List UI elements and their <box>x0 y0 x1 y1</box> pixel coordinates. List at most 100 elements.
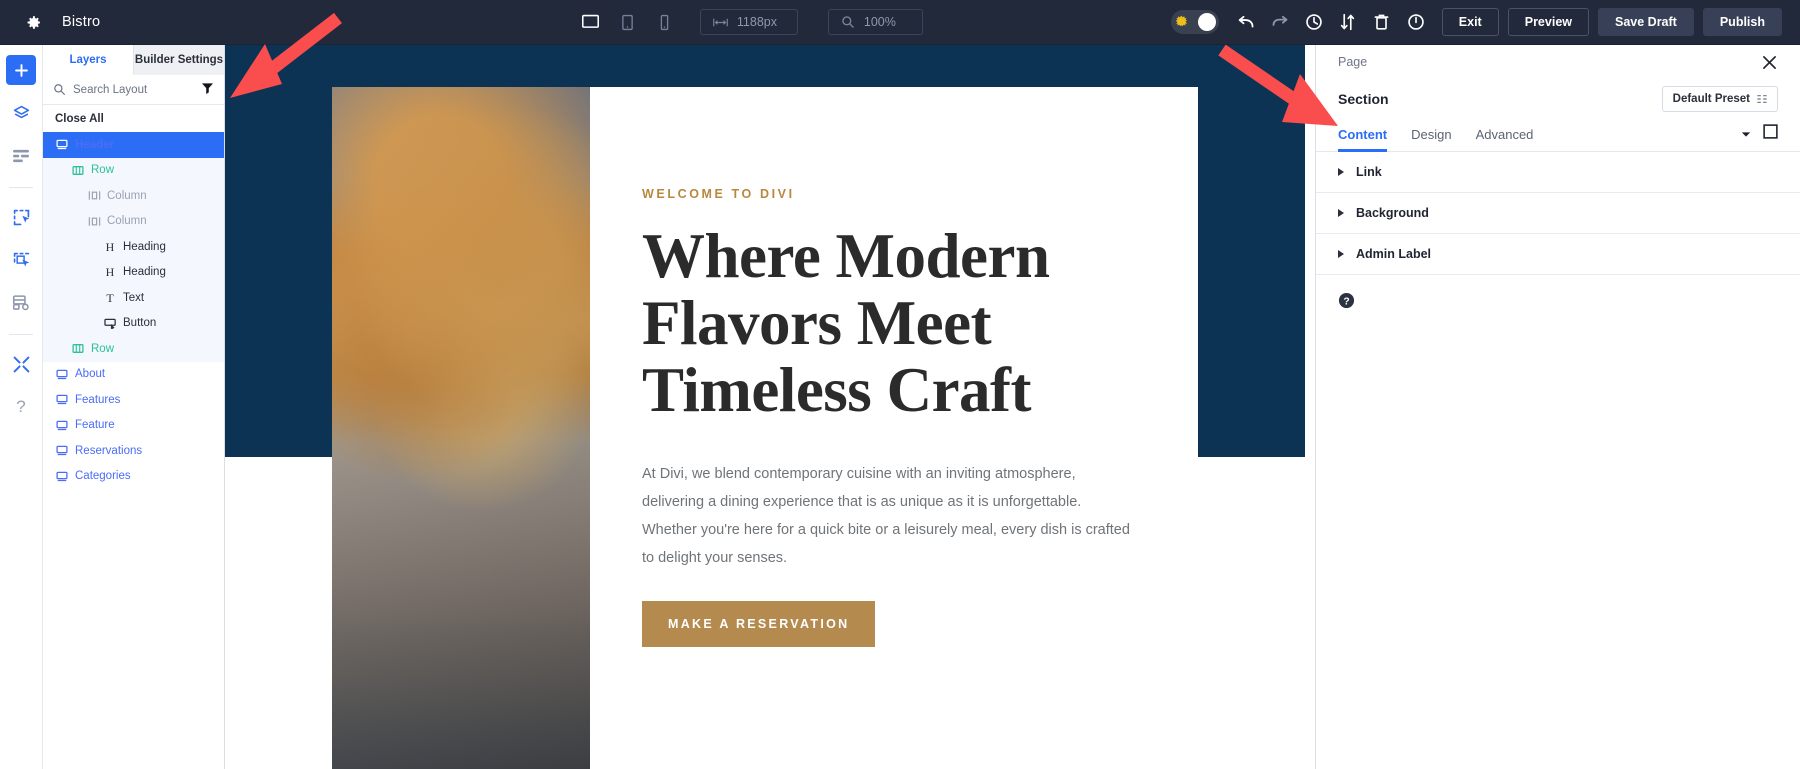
multiselect-module-icon[interactable] <box>6 245 36 275</box>
caret-right-icon <box>1338 250 1344 258</box>
preset-label: Default Preset <box>1672 93 1750 105</box>
make-a-reservation-button[interactable]: MAKE A RESERVATION <box>642 600 876 647</box>
section-icon <box>55 369 69 380</box>
save-draft-button[interactable]: Save Draft <box>1598 8 1694 36</box>
section-icon <box>55 471 69 482</box>
layer-item-column-3[interactable]: Column <box>43 208 224 234</box>
tab-advanced[interactable]: Advanced <box>1476 127 1534 152</box>
wireframe-mode-toggle[interactable] <box>1170 10 1219 34</box>
wireframe-icon[interactable] <box>6 141 36 171</box>
close-icon[interactable] <box>1760 53 1778 71</box>
zoom-value: 100% <box>863 15 896 29</box>
heading-icon: H <box>105 265 115 280</box>
layer-item-column-2[interactable]: Column <box>43 183 224 209</box>
up-down-arrows-icon[interactable] <box>1331 5 1365 39</box>
undo-icon[interactable] <box>1229 5 1263 39</box>
layer-item-label: Text <box>123 291 145 304</box>
tablet-icon[interactable] <box>615 9 641 35</box>
column-icon <box>87 190 101 201</box>
phone-icon[interactable] <box>652 9 678 35</box>
layer-item-categories-13[interactable]: Categories <box>43 464 224 490</box>
row-icon <box>71 343 85 354</box>
toolbar-center-group: 1188px 100% <box>330 9 1171 35</box>
breadcrumb: Page <box>1338 55 1368 69</box>
layers-icon[interactable] <box>6 98 36 128</box>
settings-title-row: Section Default Preset <box>1316 79 1800 119</box>
page-canvas: WELCOME TO DIVI Where Modern Flavors Mee… <box>225 45 1315 769</box>
accordion-admin-label[interactable]: Admin Label <box>1316 234 1800 275</box>
settings-panel-header: Page <box>1316 45 1800 79</box>
layer-item-header-0[interactable]: Header <box>43 132 224 158</box>
exit-button[interactable]: Exit <box>1441 8 1499 36</box>
tab-layers[interactable]: Layers <box>43 45 134 75</box>
zoom-field[interactable]: 100% <box>827 9 923 35</box>
layer-item-row-8[interactable]: Row <box>43 336 224 362</box>
left-icon-rail: ? <box>0 45 43 769</box>
accordion-link[interactable]: Link <box>1316 152 1800 193</box>
layer-item-text-6[interactable]: T Text <box>43 285 224 311</box>
expand-square-icon[interactable] <box>1763 124 1778 144</box>
layer-item-label: Column <box>107 215 147 228</box>
publish-button[interactable]: Publish <box>1702 8 1782 36</box>
close-all-button[interactable]: Close All <box>43 105 224 132</box>
tab-content[interactable]: Content <box>1338 127 1388 152</box>
tab-builder-settings[interactable]: Builder Settings <box>134 45 224 75</box>
accordion-label: Link <box>1356 165 1382 179</box>
row-icon <box>71 165 85 176</box>
section-icon <box>55 394 69 405</box>
layer-item-label: Row <box>91 164 115 177</box>
layer-item-reservations-12[interactable]: Reservations <box>43 438 224 464</box>
layer-item-label: Header <box>75 138 114 151</box>
canvas-width-value: 1188px <box>736 15 777 29</box>
layer-tree: Header Row Column Column H Heading H Heading T Te… <box>43 132 224 769</box>
settings-panel: Page Section Default Preset Content Desi… <box>1315 45 1800 769</box>
gear-icon[interactable] <box>22 11 44 33</box>
hero-text-column: WELCOME TO DIVI Where Modern Flavors Mee… <box>590 87 1198 769</box>
chevron-down-icon[interactable] <box>1741 125 1751 143</box>
layer-item-about-9[interactable]: About <box>43 362 224 388</box>
settings-tabs-controls <box>1741 124 1778 151</box>
layer-item-heading-4[interactable]: H Heading <box>43 234 224 260</box>
page-title: Section <box>1338 91 1389 107</box>
preset-icon <box>1757 95 1767 103</box>
trash-icon[interactable] <box>1365 5 1399 39</box>
hero-image <box>332 87 590 769</box>
question-mark-icon[interactable]: ? <box>6 392 36 422</box>
help-circle-icon[interactable]: ? <box>1338 292 1355 314</box>
tools-icon[interactable] <box>6 349 36 379</box>
hero-eyebrow: WELCOME TO DIVI <box>642 187 795 201</box>
preset-selector[interactable]: Default Preset <box>1661 86 1778 112</box>
redo-icon[interactable] <box>1263 5 1297 39</box>
layer-item-features-10[interactable]: Features <box>43 387 224 413</box>
preview-button[interactable]: Preview <box>1507 8 1589 36</box>
toggle-knob <box>1197 13 1216 31</box>
desktop-icon[interactable] <box>578 9 604 35</box>
layers-panel-tabs: Layers Builder Settings <box>43 45 224 75</box>
hero-paragraph: At Divi, we blend contemporary cuisine w… <box>642 466 1130 566</box>
hero-heading: Where Modern Flavors Meet Timeless Craft <box>642 223 1136 423</box>
clock-icon[interactable] <box>1297 5 1331 39</box>
plus-icon[interactable] <box>6 55 36 85</box>
hero-section: WELCOME TO DIVI Where Modern Flavors Mee… <box>332 87 1198 769</box>
caret-right-icon <box>1338 209 1344 217</box>
help-row: ? <box>1316 275 1800 330</box>
accordion-label: Background <box>1356 206 1429 220</box>
layer-item-button-7[interactable]: Button <box>43 310 224 336</box>
layer-item-feature-11[interactable]: Feature <box>43 413 224 439</box>
tab-design[interactable]: Design <box>1411 127 1451 152</box>
select-module-icon[interactable] <box>6 202 36 232</box>
layer-item-row-1[interactable]: Row <box>43 157 224 183</box>
layer-item-heading-5[interactable]: H Heading <box>43 259 224 285</box>
search-input[interactable]: Search Layout <box>73 84 194 96</box>
accordion-label: Admin Label <box>1356 247 1432 261</box>
accordion-background[interactable]: Background <box>1316 193 1800 234</box>
text-icon: T <box>106 290 114 305</box>
search-layout-row[interactable]: Search Layout <box>43 75 224 105</box>
page-preview-icon[interactable] <box>6 288 36 318</box>
power-icon[interactable] <box>1399 5 1433 39</box>
top-toolbar: Bistro 1188px 100% Exit Preview Save Dra… <box>0 0 1800 45</box>
canvas-width-field[interactable]: 1188px <box>699 9 798 35</box>
layer-item-label: Reservations <box>75 444 143 457</box>
filter-icon[interactable] <box>201 81 214 99</box>
hero-heading-line-1: Where Modern <box>642 221 1050 291</box>
